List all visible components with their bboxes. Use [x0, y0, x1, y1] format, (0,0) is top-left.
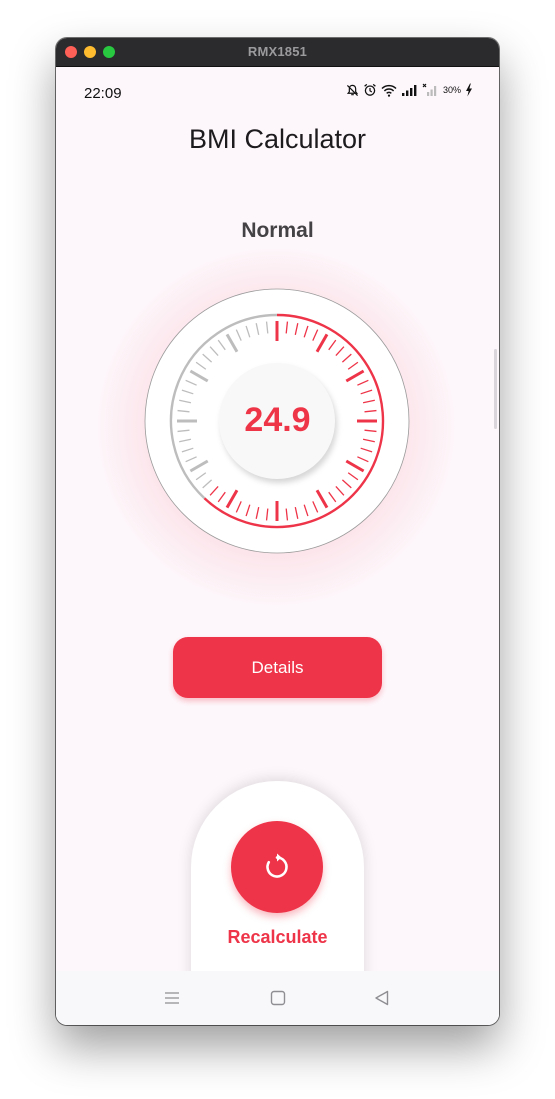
- phone-screen: 22:09 30% BMI Calculator Normal 24.9 Det…: [56, 67, 499, 1025]
- menu-icon[interactable]: [163, 989, 181, 1007]
- window-titlebar: RMX1851: [56, 38, 499, 67]
- recalculate-card: Recalculate: [191, 781, 364, 991]
- status-icons: 30%: [346, 83, 473, 97]
- alarm-icon: [364, 83, 376, 96]
- bmi-value: 24.9: [244, 401, 311, 439]
- signal-icon: [401, 85, 417, 96]
- recalculate-button[interactable]: [231, 821, 323, 913]
- home-square-icon[interactable]: [269, 989, 287, 1007]
- app-title: BMI Calculator: [188, 124, 367, 154]
- android-nav-bar: [56, 971, 499, 1025]
- details-button[interactable]: Details: [173, 637, 382, 698]
- refresh-icon: [266, 853, 288, 878]
- scrollbar[interactable]: [494, 349, 497, 429]
- app-window: RMX1851 22:09 30% BMI Calculator Normal …: [56, 38, 499, 1025]
- wifi-icon: [381, 84, 397, 97]
- status-time: 22:09: [84, 85, 122, 102]
- back-triangle-icon[interactable]: [373, 989, 391, 1007]
- battery-charging-icon: [466, 83, 472, 97]
- no-signal-icon: [422, 83, 437, 96]
- battery-percent: 30%: [442, 85, 461, 95]
- mute-bell-icon: [346, 84, 359, 96]
- window-title: RMX1851: [247, 44, 308, 59]
- recalculate-label[interactable]: Recalculate: [191, 927, 364, 948]
